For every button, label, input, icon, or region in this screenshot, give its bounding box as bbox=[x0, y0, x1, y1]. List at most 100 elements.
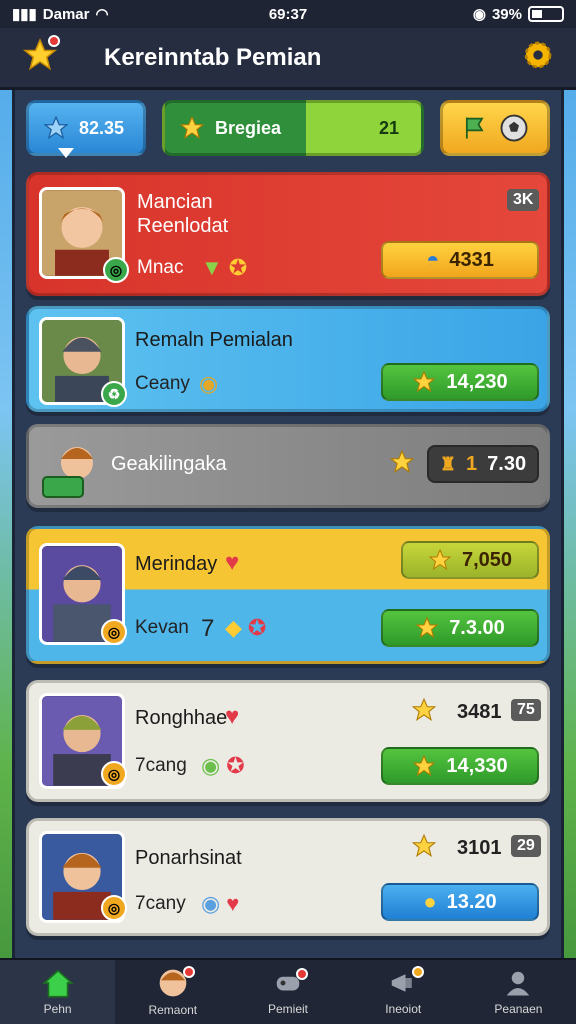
score-top-value: 7,050 bbox=[461, 548, 513, 571]
favorites-button[interactable] bbox=[22, 35, 60, 78]
score-top-button[interactable]: 7,050 bbox=[401, 541, 539, 579]
list-item[interactable]: Geakilingaka ♜ 1 7.30 bbox=[26, 424, 550, 508]
rank-tag: 3K bbox=[507, 189, 540, 211]
top-stats-bar: 82.35 Bregiea 21 bbox=[26, 100, 550, 156]
medal-icon: ◉ bbox=[201, 891, 221, 916]
heart-icon: ♥ bbox=[225, 549, 240, 576]
notification-dot bbox=[48, 35, 60, 47]
rank-icons bbox=[389, 449, 415, 475]
list-item[interactable]: ◎ Ponarhsinat 7cany ◉ ♥ 3101 29 ● 13.20 bbox=[26, 818, 550, 936]
star-icon bbox=[179, 115, 205, 140]
score-button[interactable]: 14,230 bbox=[381, 363, 539, 401]
signal-icon: ▮▮▮ bbox=[12, 6, 37, 23]
star-icon bbox=[413, 370, 436, 393]
carrier-label: Damar bbox=[42, 5, 90, 23]
battery-icon bbox=[528, 6, 564, 22]
player-badges: ◉ ♥ bbox=[201, 891, 239, 917]
score-value: 7.30 bbox=[487, 452, 527, 475]
notification-dot bbox=[411, 966, 424, 978]
notification-dot bbox=[296, 968, 309, 980]
nav-profile-avatar[interactable]: Remaont bbox=[115, 960, 230, 1024]
status-right: ◉ 39% bbox=[473, 5, 564, 23]
nav-label: Ineoiot bbox=[385, 1002, 422, 1016]
list-item[interactable]: ♻ Remaln Pemialan Ceany ◉ 14,230 bbox=[26, 306, 550, 412]
player-subtitle: 7cang bbox=[135, 755, 187, 776]
coin-icon: ● bbox=[423, 889, 437, 914]
status-bar: ▮▮▮ Damar ◠ 69:37 ◉ 39% bbox=[0, 0, 576, 28]
level-badge: ◎ bbox=[101, 761, 127, 787]
player-name: Remaln Pemialan bbox=[135, 329, 293, 351]
page-title: Kereinntab Pemian bbox=[104, 43, 322, 71]
rank-number: 1 bbox=[466, 452, 478, 475]
emblem-icon: ✪ bbox=[226, 753, 245, 778]
score-value: 14,330 bbox=[446, 754, 508, 777]
avatar bbox=[39, 433, 109, 503]
star-icon bbox=[411, 697, 437, 722]
score-button[interactable]: ◓ 4331 bbox=[381, 241, 539, 279]
stars-value: 82.35 bbox=[79, 117, 125, 138]
score-button[interactable]: 14,330 bbox=[381, 747, 539, 785]
rank-tag: 29 bbox=[511, 835, 541, 857]
recycle-icon: ♻ bbox=[101, 381, 127, 407]
player-badges: ◉ bbox=[199, 371, 218, 397]
player-subtitle: 7cany bbox=[135, 893, 186, 914]
shield-icon: ▼ bbox=[201, 255, 223, 280]
points-value: 3481 bbox=[457, 701, 502, 723]
heart-icon: ♥ bbox=[226, 891, 240, 916]
gem-icon: ◆ bbox=[225, 615, 242, 640]
score-button[interactable]: 7.3.00 bbox=[381, 609, 539, 647]
bottom-nav: Pehn Remaont Pemieit Ineoiot Peanaen bbox=[0, 958, 576, 1024]
points-value: 3101 bbox=[457, 837, 502, 859]
home-icon bbox=[41, 969, 74, 998]
progress-pill[interactable]: Bregiea 21 bbox=[162, 100, 424, 156]
player-badges: ▼ ✪ bbox=[201, 255, 247, 281]
score-value: 4331 bbox=[449, 248, 494, 271]
wifi-icon: ◠ bbox=[95, 6, 109, 23]
star-icon bbox=[389, 449, 415, 474]
player-name-line2: Reenlodat bbox=[137, 215, 229, 237]
score-button[interactable]: ♜ 1 7.30 bbox=[427, 445, 539, 483]
emblem-icon: ✪ bbox=[247, 615, 267, 640]
nav-label: Pehn bbox=[43, 1002, 72, 1016]
star-icon bbox=[415, 616, 439, 639]
status-left: ▮▮▮ Damar ◠ bbox=[12, 5, 109, 24]
battery-label: 39% bbox=[491, 5, 522, 23]
player-name: Geakilingaka bbox=[111, 453, 227, 475]
list-item[interactable]: ◎ Ronghhae ♥ 7cang ◉ ✪ 3481 75 14,330 bbox=[26, 680, 550, 802]
trophy-icon: ♜ bbox=[439, 453, 457, 474]
nav-label: Pemieit bbox=[268, 1002, 309, 1016]
level-badge: ◎ bbox=[101, 619, 127, 645]
medal-icon: ◉ bbox=[199, 371, 219, 396]
soccer-ball-icon bbox=[500, 114, 528, 142]
nav-home[interactable]: Pehn bbox=[0, 960, 116, 1024]
score-value: 13.20 bbox=[446, 890, 497, 913]
flag-icon bbox=[465, 117, 484, 139]
list-item[interactable]: ◎ Merinday ♥ 7,050 Kevan 7 ◆ ✪ 7.3.00 bbox=[26, 526, 550, 664]
player-name: Mancian bbox=[137, 191, 213, 213]
player-name: Ponarhsinat bbox=[135, 847, 242, 869]
nav-games[interactable]: Pemieit bbox=[230, 960, 345, 1024]
nav-news[interactable]: Ineoiot bbox=[346, 960, 461, 1024]
list-item[interactable]: ◎ Mancian Reenlodat Mnac ▼ ✪ 3K ◓ 4331 bbox=[26, 172, 550, 296]
player-subtitle: Kevan bbox=[135, 617, 189, 638]
progress-value: 21 bbox=[378, 117, 399, 138]
score-button[interactable]: ● 13.20 bbox=[381, 883, 539, 921]
nav-account[interactable]: Peanaen bbox=[461, 960, 576, 1024]
rewards-pill[interactable] bbox=[440, 100, 550, 156]
gear-icon bbox=[524, 41, 552, 69]
player-subtitle: Mnac bbox=[137, 257, 184, 278]
stars-pill[interactable]: 82.35 bbox=[26, 100, 146, 156]
player-name: Ronghhae bbox=[135, 707, 228, 729]
star-icon bbox=[413, 754, 436, 777]
player-sub-number: 7 bbox=[201, 615, 215, 642]
score-value: 7.3.00 bbox=[449, 616, 505, 639]
rank-tag: 75 bbox=[511, 699, 541, 721]
star-icon bbox=[428, 548, 452, 571]
level-badge: ◎ bbox=[103, 257, 129, 283]
coin-icon: ◓ bbox=[426, 247, 440, 272]
settings-button[interactable] bbox=[522, 39, 554, 76]
medal-icon: ◉ bbox=[201, 753, 221, 778]
star-icon bbox=[411, 833, 437, 858]
player-badges: ◆ ✪ bbox=[225, 615, 266, 641]
player-badges: ◉ ✪ bbox=[201, 753, 245, 779]
